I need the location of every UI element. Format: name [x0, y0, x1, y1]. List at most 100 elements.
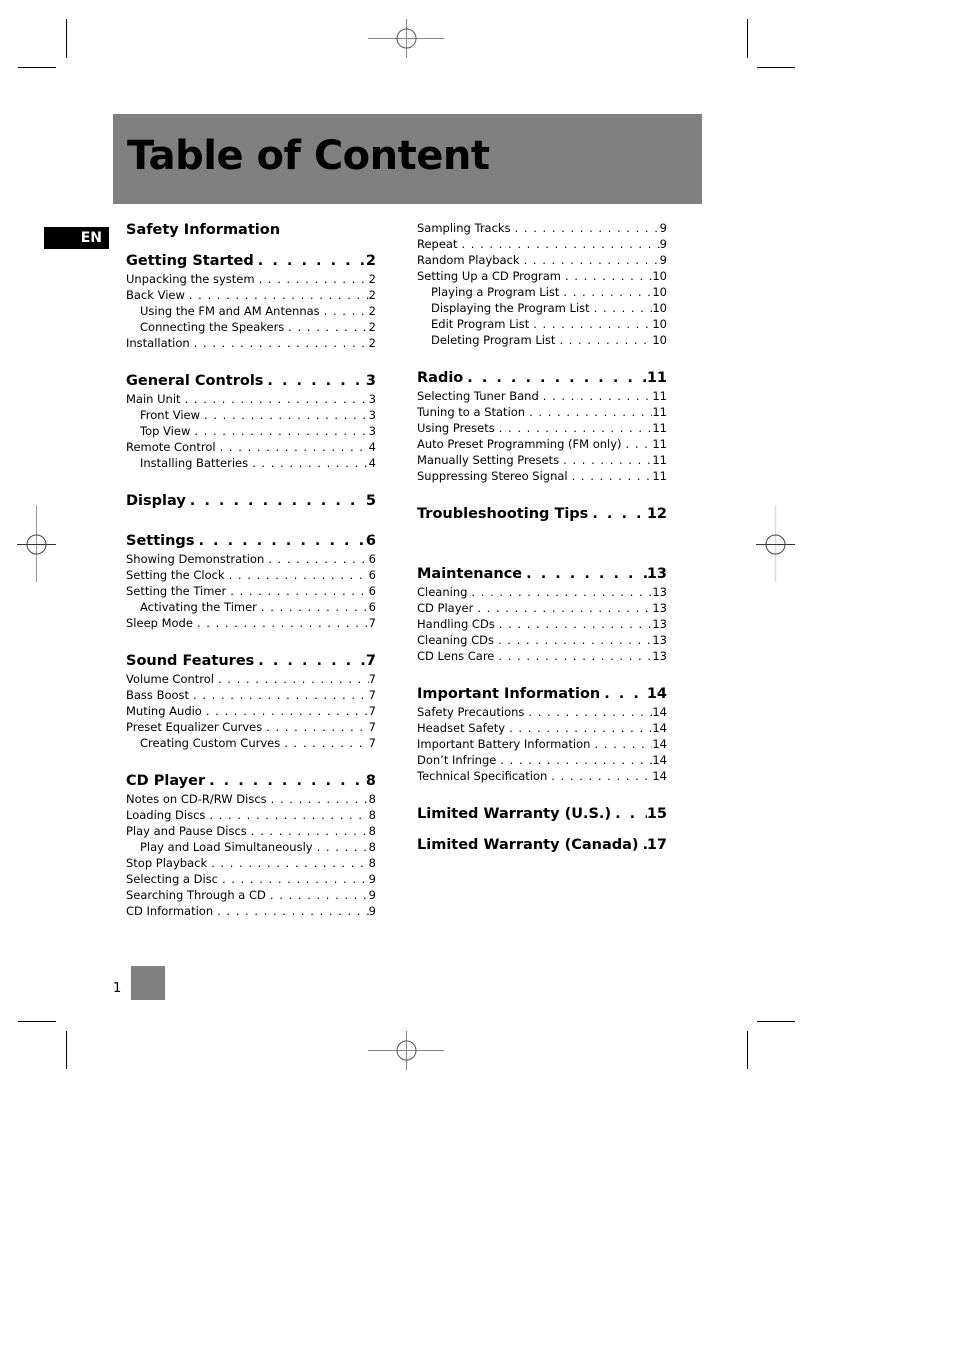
toc-entry[interactable]: Cleaning CDs 13: [417, 632, 667, 648]
toc-entry[interactable]: Volume Control 7: [126, 671, 376, 687]
toc-entry[interactable]: Play and Load Simultaneously 8: [126, 839, 376, 855]
toc-entry-page: 13: [652, 601, 667, 615]
toc-heading[interactable]: General Controls 3: [126, 371, 376, 391]
toc-entry-page: 8: [368, 792, 376, 806]
toc-entry-label: Loading Discs: [126, 808, 206, 822]
toc-entry[interactable]: CD Player 13: [417, 600, 667, 616]
toc-entry-label: CD Player: [417, 601, 474, 615]
toc-heading[interactable]: Getting Started 2: [126, 251, 376, 271]
toc-entry[interactable]: Activating the Timer 6: [126, 599, 376, 615]
toc-entry[interactable]: Creating Custom Curves 7: [126, 735, 376, 751]
dot-leader: [565, 268, 652, 284]
toc-entry[interactable]: Don’t Infringe 14: [417, 752, 667, 768]
toc-entry[interactable]: Searching Through a CD 9: [126, 887, 376, 903]
toc-entry[interactable]: Manually Setting Presets 11: [417, 452, 667, 468]
toc-entry[interactable]: Main Unit 3: [126, 391, 376, 407]
toc-entry[interactable]: Sleep Mode 7: [126, 615, 376, 631]
toc-entry[interactable]: Tuning to a Station 11: [417, 404, 667, 420]
toc-entry[interactable]: Cleaning 13: [417, 584, 667, 600]
toc-entry[interactable]: Muting Audio 7: [126, 703, 376, 719]
toc-entry[interactable]: Front View 3: [126, 407, 376, 423]
toc-entry[interactable]: Preset Equalizer Curves 7: [126, 719, 376, 735]
toc-entry-page: 10: [652, 333, 667, 347]
toc-entry[interactable]: Loading Discs 8: [126, 807, 376, 823]
toc-entry[interactable]: Handling CDs 13: [417, 616, 667, 632]
dot-leader: [270, 887, 369, 903]
toc-entry-page: 7: [368, 616, 376, 630]
toc-entry-label: Setting the Clock: [126, 568, 225, 582]
toc-entry[interactable]: Bass Boost 7: [126, 687, 376, 703]
toc-entry[interactable]: Safety Precautions 14: [417, 704, 667, 720]
toc-entry[interactable]: Important Battery Information 14: [417, 736, 667, 752]
toc-entry[interactable]: Stop Playback 8: [126, 855, 376, 871]
toc-heading[interactable]: Maintenance 13: [417, 564, 667, 584]
toc-entry[interactable]: Edit Program List 10: [417, 316, 667, 332]
toc-entry[interactable]: Repeat 9: [417, 236, 667, 252]
toc-entry[interactable]: Using Presets 11: [417, 420, 667, 436]
toc-heading[interactable]: Important Information 14: [417, 684, 667, 704]
toc-heading[interactable]: Settings 6: [126, 531, 376, 551]
toc-entry[interactable]: Notes on CD-R/RW Discs 8: [126, 791, 376, 807]
toc-entry[interactable]: Installing Batteries 4: [126, 455, 376, 471]
dot-leader: [471, 584, 652, 600]
toc-entry[interactable]: Showing Demonstration 6: [126, 551, 376, 567]
toc-entry[interactable]: Installation 2: [126, 335, 376, 351]
toc-entry[interactable]: Displaying the Program List 10: [417, 300, 667, 316]
toc-entry[interactable]: Setting Up a CD Program 10: [417, 268, 667, 284]
toc-heading-label: Troubleshooting Tips: [417, 506, 589, 522]
toc-entry[interactable]: Deleting Program List 10: [417, 332, 667, 348]
crop-mark: [66, 19, 67, 58]
toc-entry-label: Top View: [140, 424, 191, 438]
toc-entry-page: 13: [652, 633, 667, 647]
toc-entry[interactable]: Random Playback 9: [417, 252, 667, 268]
dot-leader: [251, 823, 369, 839]
toc-heading[interactable]: Troubleshooting Tips 12: [417, 504, 667, 524]
dot-leader: [529, 404, 652, 420]
toc-entry[interactable]: Sampling Tracks 9: [417, 220, 667, 236]
toc-entry[interactable]: Selecting a Disc 9: [126, 871, 376, 887]
toc-entry[interactable]: Connecting the Speakers 2: [126, 319, 376, 335]
toc-entry[interactable]: Suppressing Stereo Signal 11: [417, 468, 667, 484]
toc-heading[interactable]: Radio 11: [417, 368, 667, 388]
toc-entry[interactable]: Auto Preset Programming (FM only) 11: [417, 436, 667, 452]
dot-leader: [190, 491, 366, 511]
page-number: 1: [113, 981, 122, 996]
toc-entry[interactable]: Play and Pause Discs 8: [126, 823, 376, 839]
toc-heading[interactable]: Limited Warranty (Canada) 17: [417, 835, 667, 855]
toc-entry[interactable]: Selecting Tuner Band 11: [417, 388, 667, 404]
toc-heading-page: 5: [365, 493, 376, 509]
toc-entry-label: Displaying the Program List: [431, 301, 590, 315]
dot-leader: [222, 871, 369, 887]
toc-heading[interactable]: Display 5: [126, 491, 376, 511]
toc-list: Safety Precautions14Headset Safety14Impo…: [417, 704, 667, 784]
toc-entry[interactable]: CD Information 9: [126, 903, 376, 919]
toc-entry[interactable]: Setting the Timer 6: [126, 583, 376, 599]
toc-heading[interactable]: CD Player 8: [126, 771, 376, 791]
toc-entry-page: 9: [368, 872, 376, 886]
toc-entry[interactable]: Playing a Program List 10: [417, 284, 667, 300]
toc-entry[interactable]: Setting the Clock 6: [126, 567, 376, 583]
toc-heading[interactable]: Sound Features 7: [126, 651, 376, 671]
toc-entry-label: Notes on CD-R/RW Discs: [126, 792, 267, 806]
toc-entry-label: Bass Boost: [126, 688, 190, 702]
toc-entry-page: 8: [368, 856, 376, 870]
toc-entry-page: 10: [652, 285, 667, 299]
toc-entry[interactable]: Headset Safety 14: [417, 720, 667, 736]
toc-heading[interactable]: Limited Warranty (U.S.) 15: [417, 804, 667, 824]
dot-leader: [218, 671, 369, 687]
crop-mark: [757, 1021, 795, 1022]
toc-entry-label: Cleaning CDs: [417, 633, 494, 647]
toc-entry[interactable]: Top View 3: [126, 423, 376, 439]
dot-leader: [509, 720, 652, 736]
toc-entry[interactable]: Back View 2: [126, 287, 376, 303]
dot-leader: [197, 615, 369, 631]
toc-entry-page: 9: [368, 888, 376, 902]
toc-entry[interactable]: Remote Control 4: [126, 439, 376, 455]
toc-entry-label: Repeat: [417, 237, 458, 251]
toc-entry[interactable]: Unpacking the system 2: [126, 271, 376, 287]
toc-entry[interactable]: Technical Specification 14: [417, 768, 667, 784]
toc-heading[interactable]: Safety Information: [126, 220, 376, 240]
dot-leader: [604, 684, 647, 704]
toc-entry[interactable]: Using the FM and AM Antennas 2: [126, 303, 376, 319]
toc-entry[interactable]: CD Lens Care 13: [417, 648, 667, 664]
